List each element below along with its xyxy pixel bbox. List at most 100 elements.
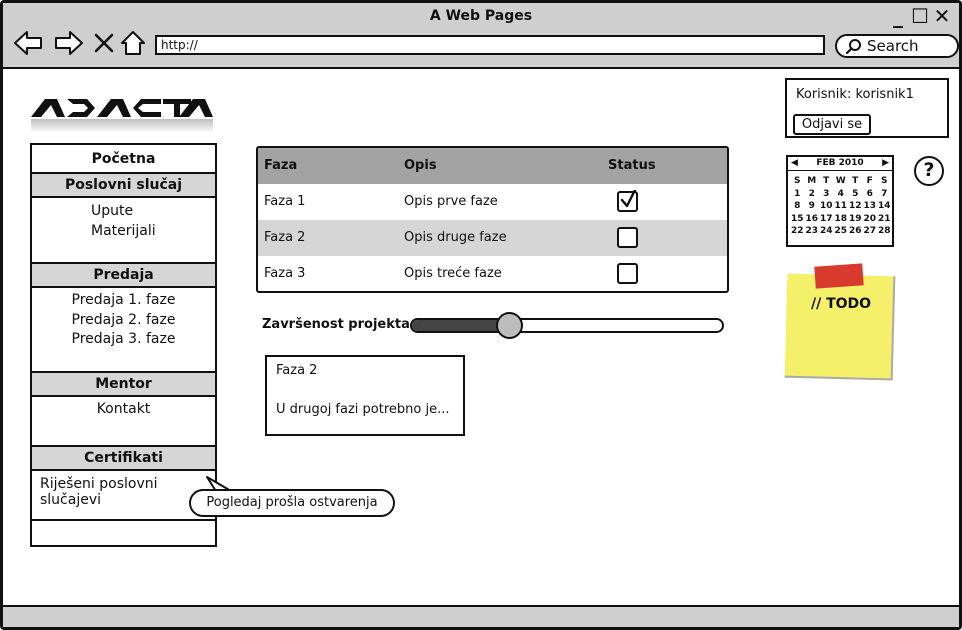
table-header: Faza Opis Status (258, 148, 727, 184)
calendar-day[interactable]: 4 (834, 188, 849, 201)
calendar-weekdays: SMTWTFS (790, 175, 892, 188)
status-checkbox[interactable] (617, 263, 638, 284)
calendar-day[interactable]: 17 (819, 213, 834, 226)
minimize-button[interactable]: _ (889, 6, 907, 26)
sidebar-item-contact[interactable]: Kontakt (32, 401, 215, 417)
table-row[interactable]: Faza 3 Opis treće faze (258, 256, 727, 291)
search-icon (845, 39, 861, 55)
sticky-tape (814, 263, 864, 289)
slider-handle[interactable] (496, 312, 524, 339)
home-button[interactable] (118, 29, 148, 57)
progress-slider[interactable] (410, 318, 724, 333)
next-month-icon[interactable]: ▶ (882, 157, 889, 170)
sidebar-section-certificates[interactable]: Certifikati (32, 445, 215, 471)
todo-label: // TODO (811, 296, 872, 312)
sidebar-section-business-case[interactable]: Poslovni slučaj (32, 172, 215, 198)
sidebar-item-instructions[interactable]: Upute (32, 203, 215, 219)
back-arrow-icon (14, 31, 42, 55)
calendar-day[interactable]: 10 (819, 200, 834, 213)
calendar-grid: S M T W T F S 1 2 3 4 5 6 7 8 9 10 11 12 13 14 15 16 17 18 19 20 21… (790, 175, 892, 238)
calendar-day[interactable]: 12 (848, 200, 863, 213)
phase-note-panel: Faza 2 U drugoj fazi potrebno je... (265, 355, 465, 436)
calendar-day[interactable]: 19 (848, 213, 863, 226)
sidebar: Početna Poslovni slučaj Upute Materijali… (30, 143, 217, 547)
adacta-logo (31, 99, 213, 133)
sidebar-item-materials[interactable]: Materijali (32, 223, 215, 239)
status-checkbox[interactable] (617, 227, 638, 248)
calendar-day[interactable]: 23 (805, 225, 820, 238)
user-label: Korisnik: korisnik1 (796, 87, 914, 102)
note-title: Faza 2 (276, 363, 318, 378)
calendar-day[interactable]: 27 (863, 225, 878, 238)
calendar-week: 22 23 24 25 26 27 28 (790, 225, 892, 238)
calendar-day[interactable]: 24 (819, 225, 834, 238)
table-row[interactable]: Faza 1 Opis prve faze (258, 184, 727, 220)
calendar-day[interactable]: 15 (790, 213, 805, 226)
calendar-day[interactable]: 9 (805, 200, 820, 213)
phase-description: Opis treće faze (404, 266, 502, 281)
forward-button[interactable] (54, 29, 84, 57)
sidebar-item-home[interactable]: Početna (32, 151, 215, 167)
calendar-day[interactable]: 6 (863, 188, 878, 201)
calendar-day[interactable]: 8 (790, 200, 805, 213)
calendar-day[interactable]: 25 (834, 225, 849, 238)
help-icon[interactable]: ? (914, 156, 944, 186)
prev-month-icon[interactable]: ◀ (791, 157, 798, 170)
search-label: Search (867, 37, 919, 55)
browser-statusbar (3, 605, 959, 627)
browser-window: A Web Pages _ ☐ ✕ http:// Search Korisni… (0, 0, 962, 630)
calendar-day[interactable]: 13 (863, 200, 878, 213)
stop-button[interactable] (89, 29, 119, 57)
sticky-note (784, 273, 896, 381)
calendar-day[interactable]: 22 (790, 225, 805, 238)
window-title: A Web Pages (429, 8, 533, 24)
maximize-button[interactable]: ☐ (911, 6, 929, 26)
calendar-day[interactable]: 5 (848, 188, 863, 201)
calendar-day[interactable]: 7 (877, 188, 892, 201)
calendar-day[interactable]: 28 (877, 225, 892, 238)
calendar-day[interactable]: 14 (877, 200, 892, 213)
user-panel: Korisnik: korisnik1 Odjavi se (785, 78, 949, 138)
calendar-day[interactable]: 21 (877, 213, 892, 226)
calendar-day[interactable]: 26 (848, 225, 863, 238)
phases-table: Faza Opis Status Faza 1 Opis prve faze F… (256, 146, 729, 293)
sidebar-item-submission-2[interactable]: Predaja 2. faze (32, 312, 215, 328)
close-icon (94, 33, 114, 53)
status-checkbox[interactable] (617, 190, 638, 212)
column-header-description[interactable]: Opis (404, 158, 437, 173)
phase-name: Faza 3 (264, 266, 306, 281)
sidebar-item-submission-1[interactable]: Predaja 1. faze (32, 292, 215, 308)
browser-titlebar: A Web Pages _ ☐ ✕ http:// Search (3, 3, 959, 69)
column-header-phase[interactable]: Faza (264, 158, 297, 173)
progress-label: Završenost projekta (262, 317, 410, 332)
sidebar-section-submission[interactable]: Predaja (32, 262, 215, 288)
calendar-day[interactable]: 20 (863, 213, 878, 226)
home-icon (121, 31, 145, 55)
calendar-weekday: S (881, 176, 888, 186)
calendar-weekday: S (794, 176, 801, 186)
forward-arrow-icon (55, 31, 83, 55)
sidebar-item-solved-cases[interactable]: Riješeni poslovni slučajevi (32, 476, 215, 508)
close-window-button[interactable]: ✕ (933, 6, 951, 26)
calendar-weekday: W (835, 176, 846, 186)
note-text: U drugoj fazi potrebno je... (276, 402, 450, 417)
calendar-day[interactable]: 1 (790, 188, 805, 201)
calendar[interactable]: ◀ FEB 2010 ▶ S M T W T F S 1 2 3 4 5 6 7 8 9 10 11 12 13 14 1… (786, 155, 894, 247)
sidebar-divider (32, 519, 215, 521)
calendar-day[interactable]: 16 (805, 213, 820, 226)
phase-description: Opis druge faze (404, 230, 507, 245)
calendar-day[interactable]: 18 (834, 213, 849, 226)
calendar-week: 15 16 17 18 19 20 21 (790, 213, 892, 226)
search-field[interactable]: Search (835, 34, 959, 58)
calendar-day[interactable]: 11 (834, 200, 849, 213)
column-header-status[interactable]: Status (608, 158, 656, 173)
calendar-day[interactable]: 2 (805, 188, 820, 201)
back-button[interactable] (13, 29, 43, 57)
sidebar-section-mentor[interactable]: Mentor (32, 371, 215, 397)
logout-button[interactable]: Odjavi se (793, 114, 871, 135)
calendar-week: 8 9 10 11 12 13 14 (790, 200, 892, 213)
calendar-day[interactable]: 3 (819, 188, 834, 201)
sidebar-item-submission-3[interactable]: Predaja 3. faze (32, 331, 215, 347)
address-bar[interactable]: http:// (155, 35, 825, 55)
table-row[interactable]: Faza 2 Opis druge faze (258, 220, 727, 256)
